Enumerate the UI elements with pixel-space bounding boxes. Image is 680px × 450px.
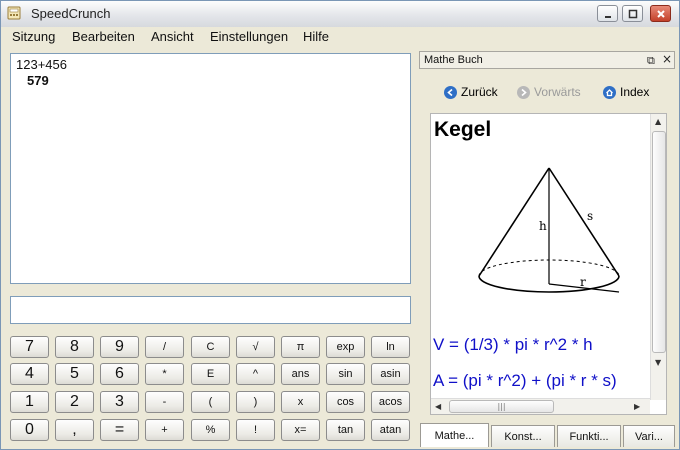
volume-formula: V = (1/3) * pi * r^2 * h <box>433 335 593 354</box>
menu-bearbeiten[interactable]: Bearbeiten <box>72 29 135 44</box>
result-display[interactable]: 123+456 579 <box>10 53 411 284</box>
key-button[interactable]: ) <box>236 391 275 413</box>
menu-einstellungen[interactable]: Einstellungen <box>210 29 288 44</box>
scroll-down-icon[interactable]: ▼ <box>655 358 661 367</box>
horizontal-scrollbar[interactable]: ◀ ||| ▶ <box>431 398 650 414</box>
forward-arrow-icon <box>517 85 530 99</box>
vertical-scroll-thumb[interactable] <box>652 131 666 353</box>
key-button[interactable]: ( <box>191 391 230 413</box>
horizontal-scroll-thumb[interactable]: ||| <box>449 400 554 413</box>
home-icon <box>603 85 616 99</box>
menu-sitzung[interactable]: Sitzung <box>12 29 55 44</box>
key-button[interactable]: 8 <box>55 336 94 358</box>
window-title: SpeedCrunch <box>31 6 111 21</box>
key-button[interactable]: π <box>281 336 320 358</box>
title-bar[interactable]: SpeedCrunch <box>1 1 679 28</box>
key-button[interactable]: ^ <box>236 363 275 385</box>
tab-variablen[interactable]: Vari... <box>623 425 675 447</box>
math-book-title: Mathe Buch <box>424 54 483 66</box>
back-arrow-icon <box>444 85 457 99</box>
math-book-panel: Mathe Buch ⧉ × Zurück Vorwärts Index Keg… <box>419 51 677 447</box>
minimize-icon <box>604 15 611 18</box>
minimize-button[interactable] <box>597 5 618 22</box>
scroll-right-icon[interactable]: ▶ <box>634 402 640 411</box>
nav-index-label: Index <box>620 85 650 99</box>
maximize-icon <box>628 9 637 18</box>
key-button[interactable]: cos <box>326 391 365 413</box>
slant-label: s <box>587 209 593 223</box>
menu-bar: Sitzung Bearbeiten Ansicht Einstellungen… <box>1 27 679 47</box>
close-icon <box>656 9 665 18</box>
nav-back-button[interactable]: Zurück <box>444 85 498 99</box>
nav-back-label: Zurück <box>461 85 498 99</box>
key-button[interactable]: x <box>281 391 320 413</box>
nav-index-button[interactable]: Index <box>603 85 649 99</box>
history-expression: 123+456 <box>16 57 67 72</box>
scroll-up-icon[interactable]: ▲ <box>655 117 661 126</box>
key-button[interactable]: 3 <box>100 391 139 413</box>
key-button[interactable]: C <box>191 336 230 358</box>
key-button[interactable]: + <box>145 419 184 441</box>
key-button[interactable]: 1 <box>10 391 49 413</box>
menu-ansicht[interactable]: Ansicht <box>151 29 194 44</box>
math-book-header[interactable]: Mathe Buch ⧉ × <box>419 51 675 69</box>
tab-konstanten[interactable]: Konst... <box>491 425 555 447</box>
math-book-content[interactable]: Kegel h s r V = (1/3) * pi * r^2 * h A =… <box>430 113 667 415</box>
area-formula: A = (pi * r^2) + (pi * r * s) <box>433 371 617 390</box>
key-button[interactable]: 9 <box>100 336 139 358</box>
key-button[interactable]: acos <box>371 391 410 413</box>
key-button[interactable]: 7 <box>10 336 49 358</box>
close-icon[interactable]: × <box>662 52 672 66</box>
key-button[interactable]: ! <box>236 419 275 441</box>
key-button[interactable]: asin <box>371 363 410 385</box>
float-icon[interactable]: ⧉ <box>647 54 655 68</box>
vertical-scrollbar[interactable]: ▲ ▼ <box>650 114 666 400</box>
tab-mathe[interactable]: Mathe... <box>420 423 489 447</box>
history-result: 579 <box>27 73 49 88</box>
key-button[interactable]: % <box>191 419 230 441</box>
key-button[interactable]: √ <box>236 336 275 358</box>
key-button[interactable]: tan <box>326 419 365 441</box>
key-button[interactable]: exp <box>326 336 365 358</box>
key-button[interactable]: / <box>145 336 184 358</box>
nav-forward-label: Vorwärts <box>534 85 581 99</box>
cone-diagram: h s r <box>478 167 620 293</box>
key-button[interactable]: E <box>191 363 230 385</box>
key-button[interactable]: , <box>55 419 94 441</box>
key-button[interactable]: * <box>145 363 184 385</box>
key-button[interactable]: 2 <box>55 391 94 413</box>
key-button[interactable]: x= <box>281 419 320 441</box>
app-icon <box>7 6 21 20</box>
key-button[interactable]: 5 <box>55 363 94 385</box>
key-button[interactable]: ans <box>281 363 320 385</box>
menu-hilfe[interactable]: Hilfe <box>303 29 329 44</box>
radius-label: r <box>580 275 586 289</box>
key-button[interactable]: atan <box>371 419 410 441</box>
key-button[interactable]: = <box>100 419 139 441</box>
speedcrunch-window: SpeedCrunch Sitzung Bearbeiten Ansicht E… <box>0 0 680 450</box>
document-title: Kegel <box>434 118 492 141</box>
close-button[interactable] <box>650 5 671 22</box>
key-button[interactable]: 4 <box>10 363 49 385</box>
height-label: h <box>539 219 547 233</box>
key-button[interactable]: sin <box>326 363 365 385</box>
tab-funktionen[interactable]: Funkti... <box>557 425 621 447</box>
nav-forward-button[interactable]: Vorwärts <box>517 85 581 99</box>
key-button[interactable]: ln <box>371 336 410 358</box>
expression-input[interactable] <box>10 296 411 324</box>
scroll-left-icon[interactable]: ◀ <box>435 402 441 411</box>
maximize-button[interactable] <box>622 5 643 22</box>
key-button[interactable]: - <box>145 391 184 413</box>
key-button[interactable]: 0 <box>10 419 49 441</box>
key-button[interactable]: 6 <box>100 363 139 385</box>
